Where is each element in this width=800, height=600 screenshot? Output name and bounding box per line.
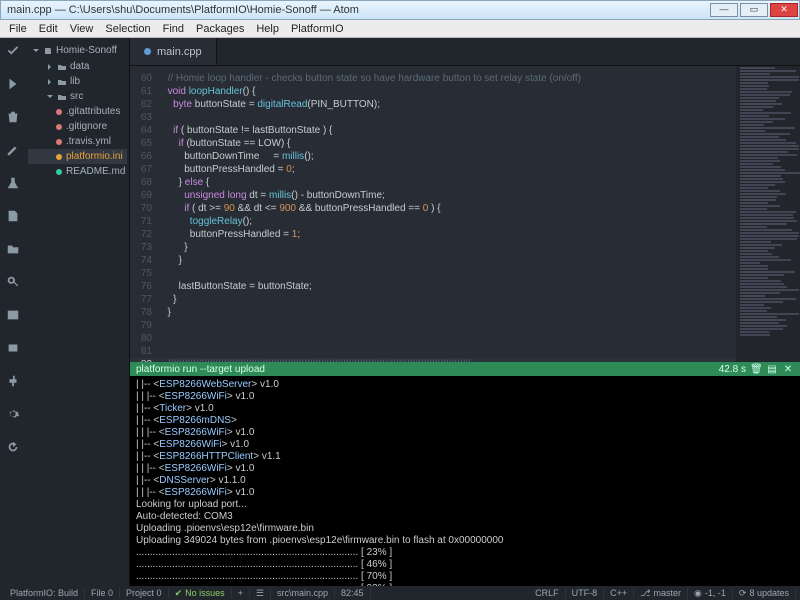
close-icon[interactable]: ✕ <box>782 364 794 375</box>
tree-item[interactable]: .gitattributes <box>28 104 127 119</box>
status-build[interactable]: PlatformIO: Build <box>4 588 85 598</box>
terminal-time: 42.8 s <box>719 364 746 375</box>
status-eol[interactable]: CRLF <box>529 588 566 598</box>
maximize-button[interactable]: ▭ <box>740 3 768 17</box>
tree-item[interactable]: README.md <box>28 164 127 179</box>
status-new[interactable]: + <box>232 588 250 598</box>
status-bar: PlatformIO: Build File 0 Project 0 ✔ No … <box>0 586 800 600</box>
window-title: main.cpp — C:\Users\shu\Documents\Platfo… <box>7 4 359 16</box>
tree-item[interactable]: lib <box>28 74 127 89</box>
beaker-icon[interactable] <box>6 176 20 195</box>
tree-item[interactable]: .travis.yml <box>28 134 127 149</box>
check-icon[interactable] <box>6 44 20 63</box>
code-editor[interactable]: 6061626364656667686970717273747576777879… <box>130 66 800 362</box>
status-enc[interactable]: UTF-8 <box>566 588 605 598</box>
folder-icon <box>58 78 66 86</box>
status-range[interactable]: ◉ -1, -1 <box>688 588 733 599</box>
tree-item[interactable]: platformio.ini <box>28 149 127 164</box>
terminal-icon[interactable] <box>6 308 20 327</box>
file-dot-icon <box>56 124 62 130</box>
repo-icon <box>44 47 52 55</box>
terminal-header: platformio run --target upload 42.8 s 🗑 … <box>130 362 800 376</box>
menu-file[interactable]: File <box>3 23 33 35</box>
menu-edit[interactable]: Edit <box>33 23 64 35</box>
file-dot-icon <box>56 139 62 145</box>
chevron-icon <box>46 78 54 86</box>
menu-view[interactable]: View <box>64 23 100 35</box>
chevron-icon <box>46 93 54 101</box>
status-path: src\main.cpp <box>271 588 335 598</box>
status-pos[interactable]: 82:45 <box>335 588 371 598</box>
terminal-output[interactable]: | |-- <ESP8266WebServer> v1.0| | |-- <ES… <box>130 376 800 586</box>
gear-icon[interactable] <box>6 407 20 426</box>
window-titlebar: main.cpp — C:\Users\shu\Documents\Platfo… <box>0 0 800 20</box>
search-icon[interactable] <box>6 275 20 294</box>
plug-icon[interactable] <box>6 374 20 393</box>
folder-icon <box>58 63 66 71</box>
project-root[interactable]: Homie-Sonoff <box>28 42 127 59</box>
menu-selection[interactable]: Selection <box>99 23 156 35</box>
file-dot-icon <box>56 109 62 115</box>
tab-main-cpp[interactable]: main.cpp <box>130 38 217 65</box>
folder-icon <box>58 93 66 101</box>
pencil-icon[interactable] <box>6 143 20 162</box>
tree-item[interactable]: .gitignore <box>28 119 127 134</box>
menu-find[interactable]: Find <box>157 23 190 35</box>
status-lang[interactable]: C++ <box>604 588 634 598</box>
tab-bar: main.cpp <box>130 38 800 66</box>
chevron-icon <box>46 63 54 71</box>
menu-bar: File Edit View Selection Find Packages H… <box>0 20 800 38</box>
trash-icon[interactable]: 🗑 <box>750 364 762 375</box>
project-tree[interactable]: Homie-Sonoff datalibsrc.gitattributes.gi… <box>26 38 130 586</box>
folder-icon[interactable] <box>6 242 20 261</box>
tree-item[interactable]: src <box>28 89 127 104</box>
chevron-down-icon <box>32 47 40 55</box>
status-branch[interactable]: ⎇ master <box>634 588 688 599</box>
arrow-right-icon[interactable] <box>6 77 20 96</box>
doc-icon[interactable] <box>6 209 20 228</box>
project-root-label: Homie-Sonoff <box>56 45 117 56</box>
status-updates[interactable]: ⟳ 8 updates <box>733 588 796 599</box>
refresh-icon[interactable] <box>6 440 20 459</box>
minimap[interactable] <box>736 66 800 362</box>
menu-platformio[interactable]: PlatformIO <box>285 23 350 35</box>
status-issues[interactable]: ✔ No issues <box>169 588 232 599</box>
serial-icon[interactable] <box>6 341 20 360</box>
menu-help[interactable]: Help <box>250 23 285 35</box>
file-dot-icon <box>56 169 62 175</box>
minimize-button[interactable]: — <box>710 3 738 17</box>
line-numbers: 6061626364656667686970717273747576777879… <box>130 72 158 362</box>
tab-label: main.cpp <box>157 46 202 58</box>
code-content[interactable]: // Homie loop handler - checks button st… <box>162 72 732 362</box>
file-icon <box>144 48 151 55</box>
close-button[interactable]: ✕ <box>770 3 798 17</box>
status-file[interactable]: File 0 <box>85 588 120 598</box>
terminal-command: platformio run --target upload <box>136 364 265 375</box>
copy-icon[interactable]: ▤ <box>766 364 778 375</box>
file-dot-icon <box>56 154 62 160</box>
activity-bar <box>0 38 26 586</box>
status-project[interactable]: Project 0 <box>120 588 169 598</box>
status-terminal-toggle[interactable]: ☰ <box>250 588 271 599</box>
tree-item[interactable]: data <box>28 59 127 74</box>
menu-packages[interactable]: Packages <box>190 23 250 35</box>
trash-icon[interactable] <box>6 110 20 129</box>
